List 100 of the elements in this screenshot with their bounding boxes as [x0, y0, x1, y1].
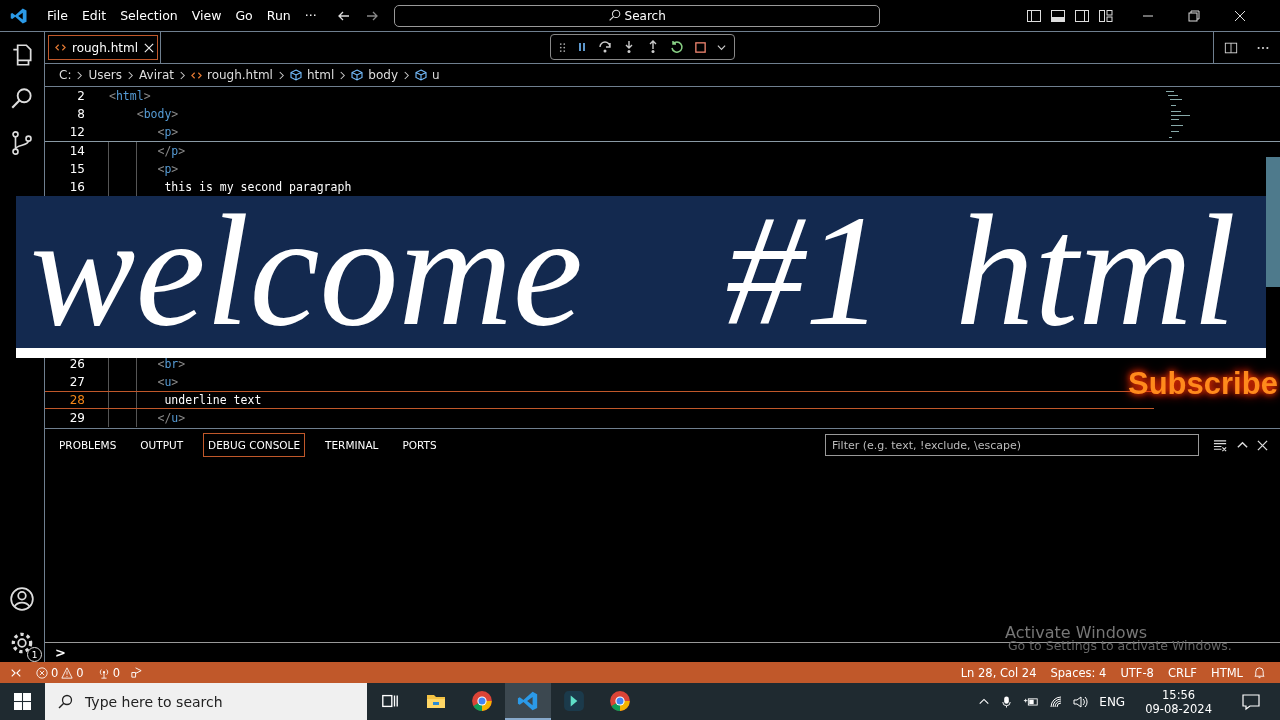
- banner-title: welcome #1 html: [29, 196, 1238, 346]
- line-number: 16: [68, 180, 85, 194]
- code-line: <p>: [157, 162, 179, 176]
- notifications-icon[interactable]: [1242, 692, 1260, 711]
- chevron-right-icon: [277, 70, 285, 80]
- close-icon[interactable]: [144, 42, 154, 53]
- taskbar-search-field[interactable]: Type here to search: [45, 683, 367, 720]
- search-field[interactable]: Search: [393, 4, 880, 27]
- html-file-icon: [55, 42, 66, 53]
- chevron-right-icon: [76, 70, 84, 80]
- account-icon[interactable]: [9, 586, 35, 612]
- menu-item[interactable]: Selection: [113, 8, 185, 23]
- language-indicator[interactable]: ENG: [1099, 694, 1126, 709]
- browser-icon: [471, 689, 493, 712]
- code-line: <html>: [109, 89, 151, 103]
- ports-status[interactable]: 0: [97, 665, 120, 680]
- editor-tab[interactable]: rough.html: [45, 32, 161, 63]
- breadcrumb-item[interactable]: rough.html: [206, 68, 273, 82]
- error-icon: [36, 666, 48, 679]
- battery-icon[interactable]: [1023, 695, 1040, 708]
- speaker-icon[interactable]: [1073, 694, 1090, 709]
- start-icon[interactable]: [14, 693, 31, 710]
- close-icon[interactable]: [1233, 9, 1246, 22]
- panel-tab[interactable]: DEBUG CONSOLE: [203, 433, 306, 457]
- breadcrumb-item[interactable]: body: [368, 68, 398, 82]
- wifi-icon[interactable]: [1049, 694, 1064, 709]
- step-over-icon[interactable]: [598, 40, 612, 54]
- chevron-right-icon: [178, 70, 186, 80]
- code-line: </p>: [157, 144, 186, 158]
- stop-icon[interactable]: [694, 40, 707, 54]
- status-item[interactable]: Ln 28, Col 24: [960, 665, 1037, 680]
- scrollbar-thumb[interactable]: [1266, 157, 1280, 287]
- menu-item[interactable]: Run: [259, 8, 298, 23]
- close-icon[interactable]: [1257, 439, 1268, 451]
- panel-tab[interactable]: TERMINAL: [321, 434, 383, 456]
- video-editor-icon: [563, 689, 585, 712]
- breadcrumb-item[interactable]: Users: [88, 68, 123, 82]
- app-logo-icon: [10, 6, 28, 25]
- status-item[interactable]: Spaces: 4: [1050, 665, 1107, 680]
- clock-date[interactable]: 09-08-2024: [1145, 701, 1212, 716]
- cube-icon: [289, 69, 302, 81]
- remote-icon[interactable]: [10, 666, 22, 679]
- drag-handle-icon[interactable]: [559, 41, 566, 53]
- menu-item[interactable]: ···: [297, 8, 324, 23]
- chevron-down-icon[interactable]: [717, 42, 726, 52]
- line-number: 15: [68, 162, 85, 176]
- panel-tab[interactable]: PROBLEMS: [55, 434, 121, 456]
- line-number: 27: [68, 375, 85, 389]
- pause-icon[interactable]: [576, 41, 588, 53]
- status-item[interactable]: UTF-8: [1120, 665, 1154, 680]
- line-number: 29: [68, 411, 85, 425]
- split-editor-icon[interactable]: [1224, 40, 1238, 55]
- menu-item[interactable]: Edit: [74, 8, 114, 23]
- status-item[interactable]: HTML: [1211, 665, 1243, 680]
- subscribe-text: Subscribe: [1128, 366, 1278, 402]
- microphone-icon[interactable]: [1000, 694, 1014, 709]
- line-number: 12: [68, 125, 85, 139]
- restore-icon[interactable]: [1187, 9, 1200, 22]
- clock-time[interactable]: 15:56: [1162, 687, 1196, 702]
- settings-icon[interactable]: [9, 630, 35, 656]
- console-prompt: >: [55, 645, 66, 660]
- chevron-right-icon: [339, 70, 347, 80]
- status-item[interactable]: CRLF: [1167, 665, 1197, 680]
- cube-icon: [351, 69, 364, 81]
- sidebar-toggle-icon[interactable]: [1025, 7, 1042, 24]
- line-number: 28: [68, 393, 85, 407]
- breadcrumb-item[interactable]: html: [306, 68, 335, 82]
- problems-status[interactable]: 0 0: [36, 665, 84, 680]
- breadcrumb-item[interactable]: Avirat: [139, 68, 174, 82]
- bell-icon[interactable]: [1253, 666, 1266, 679]
- code-line: <p>: [157, 125, 179, 139]
- source-control-icon[interactable]: [9, 130, 35, 156]
- panel-tab[interactable]: OUTPUT: [136, 434, 188, 456]
- activation-message: Go to Settings to activate Windows.: [1007, 638, 1232, 653]
- code-line: <body>: [136, 107, 179, 121]
- browser-icon: [609, 689, 631, 712]
- code-editor-icon: [517, 689, 539, 712]
- panel-tab[interactable]: PORTS: [398, 434, 441, 456]
- live-share-icon[interactable]: [130, 666, 143, 679]
- clear-console-icon[interactable]: [1213, 437, 1228, 453]
- menu-item[interactable]: View: [184, 8, 229, 23]
- filter-field[interactable]: Filter (e.g. text, !exclude, \escape): [825, 434, 1199, 456]
- cube-icon: [415, 69, 427, 81]
- minimap-drawing: [1166, 91, 1190, 138]
- secondary-sidebar-icon[interactable]: [1073, 7, 1090, 24]
- restart-icon[interactable]: [670, 40, 684, 54]
- code-line: <u>: [157, 375, 179, 389]
- chevron-right-icon: [403, 70, 410, 80]
- line-number: 8: [76, 107, 85, 121]
- panel-toggle-icon[interactable]: [1049, 7, 1066, 24]
- code-line: underline text: [164, 393, 262, 407]
- notification-badge: 1: [27, 647, 42, 662]
- code-line: <br>: [157, 357, 186, 371]
- breadcrumb-item[interactable]: u: [432, 68, 440, 82]
- warning-icon: [61, 666, 74, 679]
- layout-icon[interactable]: [1097, 7, 1114, 24]
- menu-item[interactable]: File: [40, 8, 75, 23]
- breadcrumb-item[interactable]: C:: [59, 68, 72, 82]
- chevron-right-icon: [127, 70, 135, 80]
- menu-item[interactable]: Go: [228, 8, 260, 23]
